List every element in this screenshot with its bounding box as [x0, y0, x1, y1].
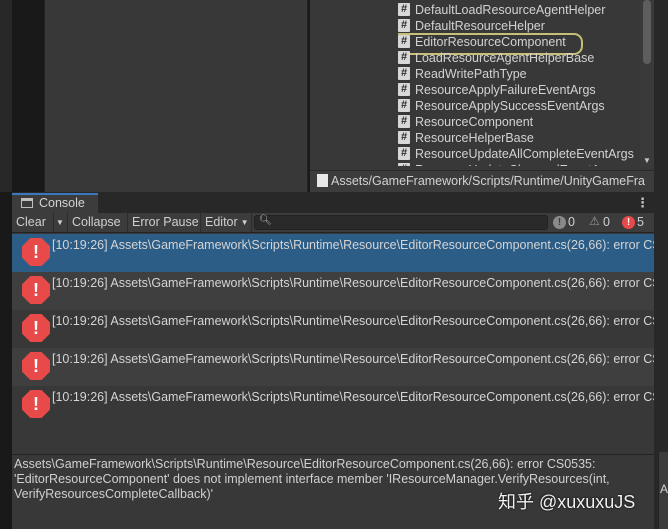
csharp-script-icon: #	[398, 3, 410, 17]
path-breadcrumb[interactable]: Assets/GameFramework/Scripts/Runtime/Uni…	[310, 170, 654, 192]
log-entry[interactable]: ! [10:19:26] Assets\GameFramework\Scripts…	[12, 310, 654, 348]
warning-icon: ⚠	[589, 214, 600, 228]
warning-count-toggle[interactable]: ⚠ 0	[588, 213, 610, 232]
warning-count: 0	[603, 215, 610, 229]
console-window: Console ⋮ Clear ▼ Collapse Error Pause E…	[12, 192, 654, 529]
file-item[interactable]: # DefaultResourceHelper	[398, 18, 638, 34]
csharp-script-icon: #	[398, 115, 410, 129]
detail-line: Assets\GameFramework\Scripts\Runtime\Res…	[14, 457, 596, 471]
csharp-script-icon: #	[398, 19, 410, 33]
log-entry-text: [10:19:26] Assets\GameFramework\Scripts\…	[52, 238, 654, 252]
clear-button-label: Clear	[16, 215, 46, 229]
csharp-script-icon: #	[398, 35, 410, 49]
log-entry-text: [10:19:26] Assets\GameFramework\Scripts\…	[52, 390, 654, 404]
scrollbar-thumb[interactable]	[643, 0, 651, 64]
csharp-script-icon: #	[398, 83, 410, 97]
file-item-label: ReadWritePathType	[415, 67, 527, 81]
file-item-label: LoadResourceAgentHelperBase	[415, 51, 595, 65]
file-item[interactable]: # ResourceUpdateAllCompleteEventArgs	[398, 146, 638, 162]
side-panel-tab[interactable]: A	[658, 452, 668, 529]
file-item[interactable]: # ReadWritePathType	[398, 66, 638, 82]
file-item-label: ResourceApplySuccessEventArgs	[415, 99, 605, 113]
file-item-label: ResourceComponent	[415, 115, 534, 129]
error-icon: !	[22, 352, 50, 380]
file-item[interactable]: # DefaultLoadResourceAgentHelper	[398, 2, 638, 18]
chevron-down-icon: ▼	[56, 218, 64, 227]
side-panel-letter: A	[660, 482, 668, 496]
project-browser: # DefaultLoadResourceAgentHelper # DefaultR…	[0, 0, 668, 192]
file-item-label: ResourceApplyFailureEventArgs	[415, 83, 596, 97]
log-entry[interactable]: ! [10:19:26] Assets\GameFramework\Scripts…	[12, 234, 654, 272]
log-entry-text: [10:19:26] Assets\GameFramework\Scripts\…	[52, 352, 654, 366]
file-item[interactable]: # ResourceComponent	[398, 114, 638, 130]
tab-console-label: Console	[39, 196, 85, 210]
error-icon: !	[22, 390, 50, 418]
clear-button[interactable]: Clear	[12, 213, 54, 232]
console-icon	[21, 197, 33, 208]
tab-console[interactable]: Console	[12, 193, 98, 213]
log-entry[interactable]: ! [10:19:26] Assets\GameFramework\Scripts…	[12, 386, 654, 424]
path-text: Assets/GameFramework/Scripts/Runtime/Uni…	[331, 174, 645, 188]
log-entry-text: [10:19:26] Assets\GameFramework\Scripts\…	[52, 314, 654, 328]
error-icon: !	[622, 216, 635, 229]
script-file-icon	[317, 174, 328, 188]
collapse-label: Collapse	[72, 215, 121, 229]
csharp-script-icon: #	[398, 131, 410, 145]
log-entry[interactable]: ! [10:19:26] Assets\GameFramework\Scripts…	[12, 348, 654, 386]
file-item[interactable]: # EditorResourceComponent	[398, 33, 638, 55]
csharp-script-icon: #	[398, 147, 410, 161]
info-count: 0	[568, 215, 575, 229]
file-list-scrollbar[interactable]: ▼	[640, 0, 654, 168]
csharp-script-icon: #	[398, 163, 410, 166]
info-icon: !	[553, 216, 566, 229]
file-item[interactable]: # ResourceUpdateChangedEventArgs	[398, 162, 638, 166]
left-dock-strip	[0, 0, 12, 192]
collapse-toggle[interactable]: Collapse	[68, 213, 128, 232]
log-list: ! [10:19:26] Assets\GameFramework\Scripts…	[12, 234, 654, 454]
search-icon: 🔍︎	[259, 215, 272, 226]
info-count-toggle[interactable]: ! 0	[553, 213, 575, 232]
error-pause-label: Error Pause	[132, 215, 199, 229]
more-options-icon[interactable]: ⋮	[636, 195, 649, 211]
file-item-label: ResourceHelperBase	[415, 131, 534, 145]
file-item-label: ResourceUpdateChangedEventArgs	[415, 163, 617, 166]
clear-options-dropdown[interactable]: ▼	[54, 213, 68, 232]
error-icon: !	[22, 314, 50, 342]
file-item-label: ResourceUpdateAllCompleteEventArgs	[415, 147, 634, 161]
error-pause-toggle[interactable]: Error Pause	[128, 213, 201, 232]
csharp-script-icon: #	[398, 67, 410, 81]
error-icon: !	[22, 276, 50, 304]
log-entry-text: [10:19:26] Assets\GameFramework\Scripts\…	[52, 276, 654, 290]
console-tab-bar: Console ⋮	[12, 192, 654, 213]
error-count-toggle[interactable]: ! 5	[622, 213, 644, 232]
error-icon: !	[22, 238, 50, 266]
log-entry[interactable]: ! [10:19:26] Assets\GameFramework\Scripts…	[12, 272, 654, 310]
folder-tree-panel[interactable]	[44, 0, 308, 192]
chevron-down-icon: ▼	[240, 218, 249, 227]
scroll-down-arrow-icon[interactable]: ▼	[643, 156, 651, 165]
editor-label: Editor	[205, 215, 238, 229]
file-list: # DefaultLoadResourceAgentHelper # DefaultR…	[398, 2, 638, 166]
csharp-script-icon: #	[398, 99, 410, 113]
watermark: 知乎 @xuxuxuJS	[498, 492, 636, 512]
file-item[interactable]: # ResourceApplySuccessEventArgs	[398, 98, 638, 114]
console-toolbar: Clear ▼ Collapse Error Pause Editor ▼ 🔍︎ …	[12, 213, 654, 233]
file-item-label: EditorResourceComponent	[415, 35, 566, 49]
error-count: 5	[637, 215, 644, 229]
right-dock-strip	[654, 0, 668, 192]
file-item-label: DefaultLoadResourceAgentHelper	[415, 3, 606, 17]
file-item[interactable]: # ResourceHelperBase	[398, 130, 638, 146]
file-item-label: DefaultResourceHelper	[415, 19, 545, 33]
detail-line: 'EditorResourceComponent' does not imple…	[14, 472, 610, 486]
search-input[interactable]: 🔍︎	[254, 215, 548, 230]
file-item[interactable]: # ResourceApplyFailureEventArgs	[398, 82, 638, 98]
editor-target-dropdown[interactable]: Editor ▼	[201, 213, 252, 232]
file-item[interactable]: # LoadResourceAgentHelperBase	[398, 50, 638, 66]
csharp-script-icon: #	[398, 51, 410, 65]
